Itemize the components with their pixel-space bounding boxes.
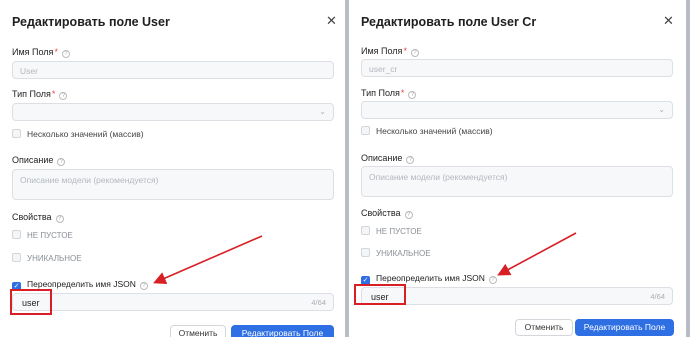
chevron-down-icon: ⌄ — [658, 105, 665, 114]
edit-field-button[interactable]: Редактировать Поле — [231, 325, 334, 337]
unique-checkbox[interactable] — [12, 253, 21, 262]
properties-label: Свойства? — [361, 208, 413, 219]
override-json-label: Переопределить имя JSON — [376, 273, 485, 283]
edit-field-modal-left: Редактировать поле User ✕ Имя Поля*? Use… — [0, 0, 345, 337]
multiple-values-checkbox[interactable] — [12, 129, 21, 138]
not-empty-label: НЕ ПУСТОЕ — [27, 231, 73, 240]
help-icon: ? — [57, 158, 66, 166]
required-mark: * — [403, 46, 407, 56]
field-type-label: Тип Поля*? — [361, 88, 417, 99]
modal-title: Редактировать поле User Cr — [361, 15, 537, 29]
cancel-button[interactable]: Отменить — [170, 325, 226, 337]
multiple-values-checkbox[interactable] — [361, 126, 370, 135]
description-label-text: Описание — [361, 153, 403, 163]
close-icon[interactable]: ✕ — [326, 13, 337, 29]
field-name-label-text: Имя Поля — [12, 47, 54, 57]
multiple-values-label: Несколько значений (массив) — [376, 126, 493, 136]
field-type-label-text: Тип Поля — [361, 88, 400, 98]
field-name-label: Имя Поля*? — [361, 46, 419, 57]
field-type-select[interactable]: ⌄ — [12, 103, 334, 121]
field-type-label: Тип Поля*? — [12, 89, 68, 100]
cancel-button[interactable]: Отменить — [515, 319, 573, 336]
properties-label: Свойства? — [12, 212, 64, 223]
unique-checkbox[interactable] — [361, 248, 370, 257]
field-type-select[interactable]: ⌄ — [361, 101, 673, 119]
not-empty-checkbox[interactable] — [12, 230, 21, 239]
help-icon: ? — [404, 211, 413, 219]
annotation-highlight-box — [354, 284, 406, 305]
required-mark: * — [400, 88, 405, 98]
properties-label-text: Свойства — [361, 208, 401, 218]
field-type-label-text: Тип Поля — [12, 89, 51, 99]
close-icon[interactable]: ✕ — [663, 13, 674, 29]
description-label: Описание? — [12, 155, 66, 166]
help-icon: ? — [488, 276, 497, 284]
description-label: Описание? — [361, 153, 415, 164]
description-label-text: Описание — [12, 155, 54, 165]
multiple-values-label: Несколько значений (массив) — [27, 129, 144, 139]
chevron-down-icon: ⌄ — [319, 107, 326, 116]
right-edge-backdrop — [686, 0, 690, 337]
unique-label: УНИКАЛЬНОЕ — [27, 254, 82, 263]
unique-label: УНИКАЛЬНОЕ — [376, 249, 431, 258]
required-mark: * — [51, 89, 56, 99]
multiple-values-checkbox-row[interactable]: Несколько значений (массив) — [12, 129, 144, 139]
override-json-label: Переопределить имя JSON — [27, 279, 136, 289]
field-name-input[interactable]: user_cr — [361, 59, 673, 77]
multiple-values-checkbox-row[interactable]: Несколько значений (массив) — [361, 126, 493, 136]
edit-field-button[interactable]: Редактировать Поле — [575, 319, 674, 336]
required-mark: * — [54, 47, 58, 57]
help-icon: ? — [55, 215, 64, 223]
modal-title: Редактировать поле User — [12, 15, 170, 29]
help-icon: ? — [408, 91, 417, 99]
char-counter: 4/64 — [650, 292, 665, 301]
annotation-highlight-box — [10, 289, 52, 315]
help-icon: ? — [406, 156, 415, 164]
help-icon: ? — [410, 49, 419, 57]
field-name-label-text: Имя Поля — [361, 46, 403, 56]
field-name-label: Имя Поля*? — [12, 47, 70, 58]
description-textarea[interactable]: Описание модели (рекомендуется) — [361, 166, 673, 197]
json-name-input[interactable]: user 4/64 — [361, 287, 673, 305]
unique-checkbox-row[interactable]: УНИКАЛЬНОЕ — [12, 253, 82, 263]
not-empty-checkbox[interactable] — [361, 226, 370, 235]
not-empty-checkbox-row[interactable]: НЕ ПУСТОЕ — [361, 226, 422, 236]
char-counter: 4/64 — [311, 298, 326, 307]
properties-label-text: Свойства — [12, 212, 52, 222]
json-name-input[interactable]: user 4/64 — [12, 293, 334, 311]
unique-checkbox-row[interactable]: УНИКАЛЬНОЕ — [361, 248, 431, 258]
help-icon: ? — [139, 282, 148, 290]
screenshot-stage: Редактировать поле User ✕ Имя Поля*? Use… — [0, 0, 690, 337]
not-empty-checkbox-row[interactable]: НЕ ПУСТОЕ — [12, 230, 73, 240]
description-textarea[interactable]: Описание модели (рекомендуется) — [12, 169, 334, 200]
help-icon: ? — [61, 50, 70, 58]
help-icon: ? — [59, 92, 68, 100]
field-name-input[interactable]: User — [12, 61, 334, 79]
not-empty-label: НЕ ПУСТОЕ — [376, 227, 422, 236]
